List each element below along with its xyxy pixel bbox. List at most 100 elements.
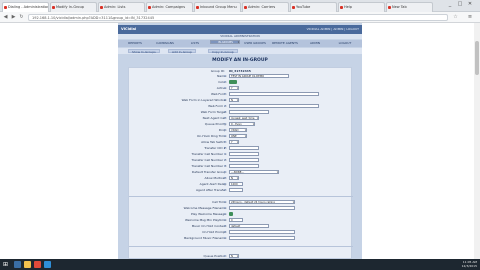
field-input[interactable] <box>229 206 295 210</box>
help-icon[interactable]: ? <box>224 236 226 241</box>
field-input[interactable] <box>229 236 295 240</box>
browser-tab[interactable]: Admin: Lists <box>98 2 145 12</box>
field-select[interactable]: ONE <box>229 134 247 138</box>
help-icon[interactable]: ? <box>224 164 226 169</box>
field-select[interactable]: VDAD <box>229 128 247 132</box>
user-info[interactable]: VICIDIAL ADMIN | ADMIN | LOGOUT <box>307 27 359 31</box>
nav-item-remote-agents[interactable]: REMOTE AGENTS <box>270 41 300 46</box>
browser-tab[interactable]: Dialing - Administration <box>2 2 49 12</box>
field-select[interactable]: Y <box>229 140 239 144</box>
close-window-button[interactable]: ✕ <box>466 1 474 8</box>
back-arrow-icon[interactable]: ◀ <box>2 14 9 21</box>
nav-item-logout[interactable]: LOGOUT <box>330 41 360 46</box>
form-row: Transfer Cell Number 3:? <box>129 164 353 169</box>
form-divider <box>129 246 353 247</box>
browser-tab[interactable]: Admin: Carriers <box>242 2 289 12</box>
help-icon[interactable]: ? <box>224 212 226 217</box>
browser-menu-icon[interactable]: ≡ <box>466 14 474 21</box>
field-input[interactable] <box>229 158 259 162</box>
field-input[interactable] <box>229 146 259 150</box>
help-icon[interactable]: ? <box>224 170 226 175</box>
field-label: Welcome Message Filename: <box>183 206 227 210</box>
browser-tab[interactable]: Help <box>338 2 385 12</box>
nav-item-admin[interactable]: ADMIN <box>300 41 330 46</box>
field-select[interactable]: ---NONE--- <box>229 170 279 174</box>
field-input[interactable]: 0 <box>229 218 243 222</box>
address-bar[interactable]: 192.168.1.10/vicidial/admin.php?ADD=3111… <box>28 14 448 21</box>
help-icon[interactable]: ? <box>224 224 226 229</box>
field-select[interactable]: N <box>229 176 239 180</box>
field-input[interactable] <box>229 92 319 96</box>
forward-arrow-icon[interactable]: ▶ <box>10 14 17 21</box>
field-input[interactable]: default <box>229 224 269 228</box>
field-input[interactable] <box>229 110 269 114</box>
windows-start-icon[interactable]: ⊞ <box>2 261 9 268</box>
field-input[interactable] <box>229 230 295 234</box>
nav-item-in-groups[interactable]: IN-GROUPS <box>210 40 240 44</box>
field-toggle[interactable] <box>229 80 237 84</box>
nav-item-lists[interactable]: LISTS <box>180 41 210 46</box>
browser-tab[interactable]: YouTube <box>290 2 337 12</box>
field-input[interactable]: TEST IN GROUP 01-DEMO <box>229 74 289 78</box>
field-input[interactable]: 1000 <box>229 182 243 186</box>
help-icon[interactable]: ? <box>224 176 226 181</box>
reload-icon[interactable]: ↻ <box>18 14 25 21</box>
maximize-button[interactable]: □ <box>456 1 464 8</box>
help-icon[interactable]: ? <box>224 104 226 109</box>
field-select[interactable]: 0 - Even <box>229 122 255 126</box>
folder-icon[interactable] <box>24 261 31 268</box>
nav-item-user-groups[interactable]: USER GROUPS <box>240 41 270 46</box>
page-viewport: VICIdial VICIDIAL ADMIN | ADMIN | LOGOUT… <box>0 23 480 259</box>
field-select[interactable]: 24hours - default 24 hours calling <box>229 200 295 204</box>
field-select[interactable]: N <box>229 98 239 102</box>
nav-item-reports[interactable]: REPORTS <box>120 41 150 46</box>
help-icon[interactable]: ? <box>224 128 226 133</box>
help-icon[interactable]: ? <box>224 200 226 205</box>
help-icon[interactable]: ? <box>224 206 226 211</box>
field-select[interactable]: longest_wait_time <box>229 116 259 120</box>
page-scrollbar[interactable] <box>474 23 480 259</box>
field-input[interactable] <box>229 152 259 156</box>
help-icon[interactable]: ? <box>224 152 226 157</box>
field-select[interactable]: N <box>229 254 239 258</box>
help-icon[interactable]: ? <box>224 74 226 79</box>
subnav-item-show-in-groups[interactable]: Show In-Groups <box>128 49 160 54</box>
help-icon[interactable]: ? <box>224 146 226 151</box>
form-row: Web Form 2:? <box>129 104 353 109</box>
help-icon[interactable]: ? <box>224 140 226 145</box>
subnav-item-add-in-group[interactable]: Add In-Group <box>168 49 196 54</box>
help-icon[interactable]: ? <box>224 110 226 115</box>
browser-tab[interactable]: Inbound Group Menu <box>194 2 241 12</box>
field-select[interactable]: Y <box>229 86 239 90</box>
help-icon[interactable]: ? <box>224 134 226 139</box>
tab-favicon-icon <box>340 6 343 9</box>
scrollbar-thumb[interactable] <box>475 41 479 75</box>
help-icon[interactable]: ? <box>224 158 226 163</box>
help-icon[interactable]: ? <box>224 92 226 97</box>
help-icon[interactable]: ? <box>224 188 226 193</box>
browser-tab[interactable]: Admin: Campaigns <box>146 2 193 12</box>
subnav-item-copy-in-group[interactable]: Copy In-Group <box>208 49 238 54</box>
ie-icon[interactable] <box>14 261 21 268</box>
help-icon[interactable]: ? <box>224 116 226 121</box>
minimize-button[interactable]: _ <box>446 1 454 8</box>
form-row: Allow Tab Switch:? Y <box>129 140 353 145</box>
help-icon[interactable]: ? <box>224 80 226 85</box>
field-label: Agent Alert Delay: <box>199 182 227 186</box>
help-icon[interactable]: ? <box>224 122 226 127</box>
help-icon[interactable]: ? <box>224 86 226 91</box>
field-toggle[interactable] <box>229 212 233 216</box>
field-input[interactable] <box>229 164 259 168</box>
field-input[interactable] <box>229 104 319 108</box>
help-icon[interactable]: ? <box>224 230 226 235</box>
help-icon[interactable]: ? <box>224 98 226 103</box>
chrome-icon[interactable] <box>34 261 41 268</box>
app-icon[interactable] <box>44 261 51 268</box>
bookmark-star-icon[interactable]: ☆ <box>452 14 459 21</box>
field-input[interactable] <box>229 188 243 192</box>
browser-tab[interactable]: New Tab <box>386 2 433 12</box>
help-icon[interactable]: ? <box>224 218 226 223</box>
browser-tab[interactable]: Modify In-Group <box>50 2 97 12</box>
nav-item-campaigns[interactable]: CAMPAIGNS <box>150 41 180 46</box>
help-icon[interactable]: ? <box>224 182 226 187</box>
